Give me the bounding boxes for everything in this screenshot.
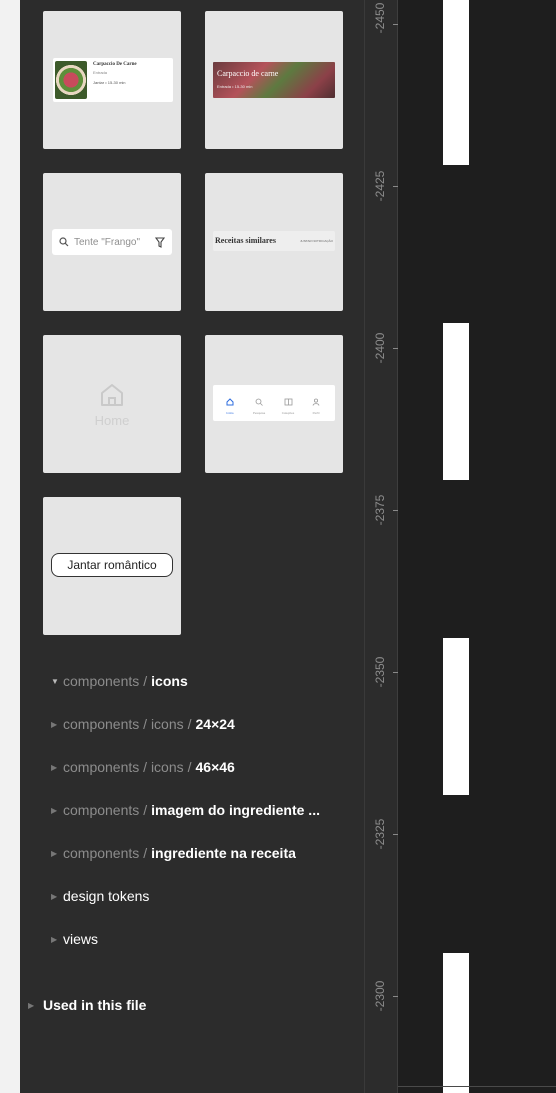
figma-window: Carpaccio De Carne Entrada Jantar • 15-3… (0, 0, 556, 1093)
component-thumb-search[interactable]: Tente "Frango" (43, 173, 181, 311)
component-thumb-bottom-nav[interactable]: Início Pesquisa Coleções Perfil (205, 335, 343, 473)
nav-item-search: Pesquisa (251, 393, 267, 415)
tree-row-components-icons[interactable]: ▼ components / icons (51, 671, 188, 691)
caret-right-icon: ▶ (51, 934, 58, 944)
caret-right-icon: ▶ (51, 848, 58, 858)
nav-item-home: Início (223, 393, 237, 415)
recipe-hero-meta: Entrada • 15-30 min (217, 84, 253, 89)
tree-row-icons-46[interactable]: ▶ components / icons/46×46 (51, 757, 235, 777)
tree-row-icons-24[interactable]: ▶ components / icons/24×24 (51, 714, 235, 734)
assets-panel: Carpaccio De Carne Entrada Jantar • 15-3… (20, 0, 364, 1093)
caret-right-icon: ▶ (51, 719, 58, 729)
home-label: Home (94, 413, 130, 428)
canvas-frame[interactable] (443, 953, 469, 1093)
caret-right-icon: ▶ (51, 891, 58, 901)
recipe-hero-title: Carpaccio de carne (217, 69, 279, 78)
search-bar-preview: Tente "Frango" (52, 229, 172, 255)
component-thumb-recipe-hero[interactable]: Carpaccio de carne Entrada • 15-30 min (205, 11, 343, 149)
search-icon (59, 237, 69, 247)
nav-item-collections: Coleções (279, 393, 297, 415)
component-thumb-home[interactable]: Home (43, 335, 181, 473)
caret-down-icon: ▼ (51, 676, 59, 686)
search-icon (255, 398, 263, 406)
chip-preview: Jantar romântico (51, 553, 173, 577)
ruler-tick-label: -2400 (373, 332, 387, 364)
book-icon (284, 398, 292, 406)
ruler-tick-label: -2450 (373, 2, 387, 34)
component-thumb-recipe-card[interactable]: Carpaccio De Carne Entrada Jantar • 15-3… (43, 11, 181, 149)
horizontal-guide (398, 1086, 556, 1087)
tree-row-ingredient-in-recipe[interactable]: ▶ components / ingrediente na receita (51, 843, 296, 863)
home-icon (101, 384, 123, 406)
caret-right-icon: ▶ (28, 1000, 35, 1010)
caret-right-icon: ▶ (51, 805, 58, 815)
home-icon (226, 398, 234, 406)
vertical-ruler[interactable] (364, 0, 398, 1093)
recipe-meta: Jantar • 15-30 min (93, 80, 126, 85)
ruler-tick-label: -2350 (373, 656, 387, 688)
tree-row-ingredient-image[interactable]: ▶ components / imagem do ingrediente ... (51, 800, 320, 820)
similar-recipes-link: JUNTAR NOTIFICAÇÃO (300, 239, 333, 243)
user-icon (312, 398, 320, 406)
search-placeholder: Tente "Frango" (74, 236, 141, 248)
recipe-hero-image: Carpaccio de carne Entrada • 15-30 min (213, 62, 335, 98)
tree-row-views[interactable]: ▶ views (51, 929, 98, 949)
canvas-frame[interactable] (443, 323, 469, 480)
component-thumb-chip[interactable]: Jantar romântico (43, 497, 181, 635)
canvas-frame[interactable] (443, 638, 469, 795)
recipe-image (55, 61, 87, 99)
ruler-tick-label: -2375 (373, 494, 387, 526)
ruler-tick-label: -2325 (373, 818, 387, 850)
similar-recipes-title: Receitas similares (215, 236, 276, 245)
filter-icon (155, 236, 165, 248)
recipe-subtitle: Entrada (93, 70, 108, 75)
ruler-tick-label: -2425 (373, 170, 387, 202)
caret-right-icon: ▶ (51, 762, 58, 772)
canvas-frame[interactable] (443, 0, 469, 165)
tree-row-design-tokens[interactable]: ▶ design tokens (51, 886, 149, 906)
recipe-title: Carpaccio De Carne (93, 62, 137, 67)
canvas[interactable] (398, 0, 556, 1093)
bottom-nav-preview: Início Pesquisa Coleções Perfil (213, 385, 335, 421)
component-thumb-similar-recipes[interactable]: Receitas similares JUNTAR NOTIFICAÇÃO (205, 173, 343, 311)
ruler-tick-label: -2300 (373, 980, 387, 1012)
recipe-card-preview: Carpaccio De Carne Entrada Jantar • 15-3… (53, 58, 173, 102)
tree-row-used-in-file[interactable]: ▶ Used in this file (28, 995, 146, 1015)
nav-item-profile: Perfil (309, 393, 323, 415)
similar-recipes-preview: Receitas similares JUNTAR NOTIFICAÇÃO (213, 231, 335, 251)
